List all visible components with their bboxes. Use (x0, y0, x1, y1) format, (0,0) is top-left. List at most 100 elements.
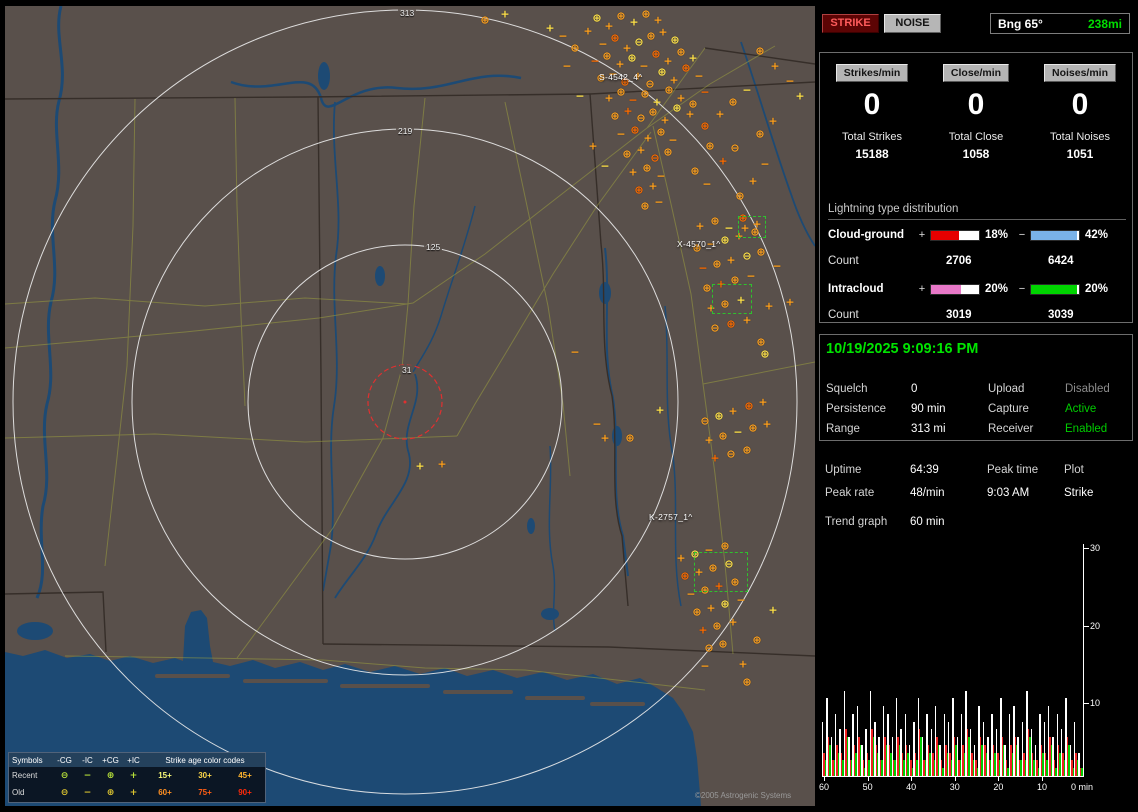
noise-toggle-button[interactable]: NOISE (884, 14, 941, 33)
plot-value: Strike (1064, 487, 1094, 499)
trend-bars (822, 544, 1083, 776)
legend-symbol-icon: ⊕ (106, 770, 115, 781)
lightning-strike-symbol: − (590, 54, 600, 68)
legend-symbol-icon: + (129, 770, 138, 781)
peak-time-value: 9:03 AM (987, 487, 1030, 499)
lightning-strike-symbol: ⊕ (720, 233, 730, 247)
range-ring-label: 125 (424, 242, 443, 252)
lightning-strike-symbol: − (733, 425, 743, 439)
upload-value: Disabled (1065, 383, 1110, 395)
minus-sign: − (1018, 229, 1026, 241)
cg-count-row: Count 2706 6424 (828, 255, 1128, 267)
cg-positive-count: 2706 (946, 255, 972, 267)
trend-graph-label: Trend graph (825, 516, 888, 528)
legend-symbols-title: Symbols (12, 755, 43, 765)
lightning-strike-symbol: + (795, 89, 805, 103)
legend-age-title: Strike age color codes (165, 755, 245, 765)
lightning-strike-symbol: + (500, 7, 510, 21)
trend-label-row: Trend graph 60 min (825, 516, 1127, 528)
capture-value: Active (1065, 403, 1097, 415)
lightning-strike-symbol: + (623, 104, 633, 118)
close-counter: Close/min 0 Total Close 1058 (924, 63, 1028, 161)
trend-x-tick-label: 20 (993, 777, 1004, 792)
plus-sign: + (918, 283, 926, 295)
cg-count-label: Count (828, 255, 859, 267)
trend-x-tick-label: 60 (818, 777, 830, 792)
lightning-strike-symbol: + (695, 219, 705, 233)
ic-negative-bar (1030, 283, 1080, 295)
lightning-strike-symbol: ⊕ (602, 49, 612, 63)
lightning-strike-symbol: + (726, 253, 736, 267)
range-ring-label: 219 (396, 126, 415, 136)
peak-rate-row: Peak rate 48/min 9:03 AM Strike (825, 487, 1127, 499)
lightning-strike-symbol: + (706, 601, 716, 615)
lightning-strike-symbol: ⊕ (610, 31, 620, 45)
receiver-label: Receiver (988, 423, 1034, 435)
lightning-strike-symbol: ⊕ (726, 317, 736, 331)
trend-graph: 10 20 30 60 50 40 30 20 10 0 min (819, 540, 1133, 798)
status-row: Range 313 mi Receiver Enabled (826, 423, 1128, 435)
lightning-strike-symbol: + (715, 107, 725, 121)
lightning-strike-symbol: + (742, 313, 752, 327)
lightning-strike-symbol: − (598, 37, 608, 51)
ic-negative-pct: 20% (1085, 283, 1109, 295)
legend-column-headers: -CG -IC +CG +IC (53, 756, 145, 765)
lightning-strike-symbol: + (785, 295, 795, 309)
cg-negative-bar (1030, 229, 1080, 241)
uptime-value: 64:39 (910, 464, 939, 476)
lightning-strike-symbol: ⊕ (712, 257, 722, 271)
lightning-strike-symbol: − (700, 659, 710, 673)
total-noises-label: Total Noises (1050, 131, 1110, 143)
total-close-value: 1058 (962, 147, 990, 161)
trend-x-tick-label: 30 (949, 777, 960, 792)
lightning-strike-symbol: − (760, 157, 770, 171)
persistence-label: Persistence (826, 403, 887, 415)
lightning-strike-symbol: ⊖ (710, 321, 720, 335)
lightning-strike-symbol: + (770, 59, 780, 73)
lightning-strike-symbol: ⊕ (681, 61, 691, 75)
lightning-strike-symbol: ⊖ (634, 35, 644, 49)
lightning-strike-symbol: ⊕ (672, 101, 682, 115)
capture-label: Capture (988, 403, 1029, 415)
legend-symbol-icon: + (129, 787, 138, 798)
total-close-label: Total Close (948, 131, 1004, 143)
copyright-text: ©2005 Astrogenic Systems (695, 791, 792, 800)
lightning-strike-symbol: ⊕ (570, 41, 580, 55)
lightning-strike-symbol: ⊕ (742, 675, 752, 689)
legend-row: Recent ⊖ − ⊕ +15+ 30+ 45+ (9, 767, 265, 784)
close-per-min-button[interactable]: Close/min (942, 64, 1010, 82)
legend-row-label: Recent (12, 771, 38, 780)
strikes-counter: Strikes/min 0 Total Strikes 15188 (820, 63, 924, 161)
strikes-per-min-button[interactable]: Strikes/min (835, 64, 909, 82)
lightning-strike-symbol: ⊕ (656, 125, 666, 139)
ic-positive-bar (930, 283, 980, 295)
lightning-strike-symbol: ⊕ (690, 164, 700, 178)
lightning-strike-symbol: − (746, 269, 756, 283)
legend-row: Old ⊖ − ⊕ +60+ 75+ 90+ (9, 784, 265, 801)
legend-col-header: -IC (82, 755, 93, 765)
trend-y-tick-label: 20 (1083, 620, 1100, 631)
lightning-strike-symbol: ⊕ (755, 44, 765, 58)
trend-y-tick-label: 10 (1083, 698, 1100, 709)
lightning-strike-symbol: ⊕ (710, 214, 720, 228)
lightning-strike-symbol: ⊕ (480, 13, 490, 27)
lightning-strike-symbol: ⊖ (700, 414, 710, 428)
strike-toggle-button[interactable]: STRIKE (822, 14, 879, 33)
noises-per-min-button[interactable]: Noises/min (1043, 64, 1117, 82)
lightning-strike-symbol: − (694, 69, 704, 83)
trend-x-tick-label: 50 (862, 777, 873, 792)
minus-sign: − (1018, 283, 1026, 295)
lightning-strike-symbol: ⊕ (756, 245, 766, 259)
lightning-strike-symbol: + (437, 457, 447, 471)
peak-time-label: Peak time (987, 464, 1039, 476)
legend-col-header: +IC (127, 755, 140, 765)
cg-negative-count: 6424 (1048, 255, 1074, 267)
range-value: 313 mi (911, 423, 946, 435)
lightning-strike-symbol: + (764, 299, 774, 313)
lightning-strike-symbol: + (600, 431, 610, 445)
lightning-strike-symbol: ⊕ (720, 597, 730, 611)
lightning-strike-symbol: ⊕ (735, 189, 745, 203)
legend-row-label: Old (12, 788, 25, 797)
lightning-strike-symbol: + (643, 131, 653, 145)
lightning-map[interactable]: + − ⊕ + ⊕ + ⊕ + ⊕ + − ⊕ + ⊖ ⊕ + ⊕ − ⊕ + ⊕ − ⊕ + ⊕ + ⊕ − ⊕ + ⊖ ⊕ + ⊕ − + ⊕ − ⊕ +… (5, 6, 815, 806)
